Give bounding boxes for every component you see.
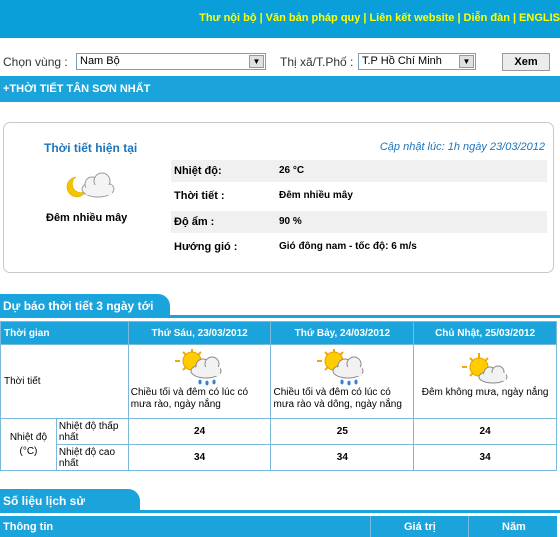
day-1-weather-cell: Chiều tối và đêm có lúc có mưa rào, ngày… xyxy=(127,344,272,419)
temperature-value: 26 °C xyxy=(279,165,305,176)
history-col-info: Thông tin xyxy=(3,521,54,533)
wind-value: Gió đông nam - tốc độ: 6 m/s xyxy=(279,241,417,252)
weather-row-label: Thời tiết xyxy=(0,344,129,419)
day-header-1: Thứ Sáu, 23/03/2012 xyxy=(127,321,272,345)
forecast-low-row: Nhiệt độ (°C) Nhiệt độ thấp nhất 24 25 2… xyxy=(0,418,557,471)
sun-cloud-icon xyxy=(462,353,508,384)
current-weather-title: Thời tiết hiện tại xyxy=(44,141,138,155)
chevron-down-icon: ▼ xyxy=(249,55,264,68)
location-selector-bar: Chọn vùng : Nam Bộ ▼ Thị xã/T.Phố : T.P … xyxy=(0,50,560,74)
day-3-weather-cell: Đêm không mưa, ngày nắng xyxy=(413,344,557,419)
current-weather-card: Thời tiết hiện tại Cập nhật lúc: 1h ngày… xyxy=(3,122,554,273)
day-header-3: Chủ Nhật, 25/03/2012 xyxy=(413,321,557,345)
sun-cloud-rain-icon xyxy=(317,349,364,386)
humidity-value: 90 % xyxy=(279,216,302,227)
history-heading: Số liệu lịch sử xyxy=(0,489,140,513)
humidity-label: Độ ẩm : xyxy=(174,216,215,228)
temperature-row: Nhiệt độ: 26 °C xyxy=(171,160,547,182)
temp-row-label: Nhiệt độ (°C) xyxy=(0,418,57,471)
temperature-label: Nhiệt độ: xyxy=(174,165,222,177)
day-2-weather-cell: Chiều tối và đêm có lúc có mưa rào và dô… xyxy=(270,344,415,419)
temp-unit: (°C) xyxy=(19,445,38,457)
day-1-description: Chiều tối và đêm có lúc có mưa rào, ngày… xyxy=(130,387,249,410)
chevron-down-icon: ▼ xyxy=(459,55,474,68)
current-weather-description: Đêm nhiều mây xyxy=(46,212,128,224)
top-nav-bar: Thư nội bộ | Văn bản pháp quy | Liên kết web… xyxy=(0,0,560,38)
forecast-high-row: Nhiệt độ cao nhất 34 34 34 xyxy=(1,444,557,471)
day-2-description: Chiều tối và đêm có lúc có mưa rào và dô… xyxy=(273,387,402,410)
day-2-high: 34 xyxy=(270,444,415,471)
nav-link-website-links[interactable]: Liên kết website xyxy=(369,12,454,24)
condition-row: Thời tiết : Đêm nhiều mây xyxy=(171,185,547,207)
region-select-value: Nam Bộ xyxy=(80,55,120,67)
time-header: Thời gian xyxy=(0,321,129,345)
day-2-low: 25 xyxy=(270,418,415,445)
nav-link-english[interactable]: ENGLIS xyxy=(519,12,560,24)
temp-label: Nhiệt độ xyxy=(9,431,48,443)
nav-link-forum[interactable]: Diễn đàn xyxy=(464,12,510,24)
sun-cloud-rain-icon xyxy=(174,349,222,386)
night-partly-cloudy-icon xyxy=(62,167,122,204)
region-label: Chọn vùng : xyxy=(3,55,68,69)
history-table-header: Thông tin Giá trị Năm xyxy=(0,516,557,537)
region-select[interactable]: Nam Bộ ▼ xyxy=(76,53,266,70)
updated-time: Cập nhật lúc: 1h ngày 23/03/2012 xyxy=(379,141,545,153)
forecast-table: Thời gian Thứ Sáu, 23/03/2012 Thứ Bảy, 2… xyxy=(0,321,557,471)
condition-value: Đêm nhiều mây xyxy=(279,190,353,201)
high-temp-label: Nhiệt độ cao nhất xyxy=(55,444,129,471)
day-1-high: 34 xyxy=(127,444,272,471)
day-header-2: Thứ Bảy, 24/03/2012 xyxy=(270,321,415,345)
wind-label: Hướng gió : xyxy=(174,241,238,253)
condition-label: Thời tiết : xyxy=(174,190,225,202)
city-label: Thị xã/T.Phố : xyxy=(280,55,354,69)
forecast-header-row: Thời gian Thứ Sáu, 23/03/2012 Thứ Bảy, 2… xyxy=(0,321,557,345)
day-3-description: Đêm không mưa, ngày nắng xyxy=(421,387,549,398)
humidity-row: Độ ẩm : 90 % xyxy=(171,211,547,233)
history-col-year: Năm xyxy=(502,521,526,533)
day-3-low: 24 xyxy=(413,418,557,445)
top-nav-links: Thư nội bộ | Văn bản pháp quy | Liên kết web… xyxy=(199,12,560,24)
nav-link-internal-mail[interactable]: Thư nội bộ xyxy=(199,12,256,24)
column-divider xyxy=(370,516,371,537)
nav-link-legal-docs[interactable]: Văn bản pháp quy xyxy=(266,12,361,24)
history-section-header: Số liệu lịch sử xyxy=(0,489,560,513)
column-divider xyxy=(468,516,469,537)
city-select-value: T.P Hồ Chí Minh xyxy=(362,55,442,67)
view-button[interactable]: Xem xyxy=(502,53,550,71)
low-temp-label: Nhiệt độ thấp nhất xyxy=(55,418,129,445)
day-3-high: 34 xyxy=(413,444,557,471)
forecast-heading: Dự báo thời tiết 3 ngày tới xyxy=(0,294,170,318)
forecast-section-header: Dự báo thời tiết 3 ngày tới xyxy=(0,294,560,318)
city-select[interactable]: T.P Hồ Chí Minh ▼ xyxy=(358,53,476,70)
forecast-weather-row: Thời tiết Chiều tối và đêm có lúc có mưa… xyxy=(0,344,557,419)
station-title-bar: +THỜI TIẾT TÂN SƠN NHẤT xyxy=(0,76,560,102)
history-col-value: Giá trị xyxy=(404,521,436,533)
wind-row: Hướng gió : Gió đông nam - tốc độ: 6 m/s xyxy=(171,236,547,258)
day-1-low: 24 xyxy=(127,418,272,445)
